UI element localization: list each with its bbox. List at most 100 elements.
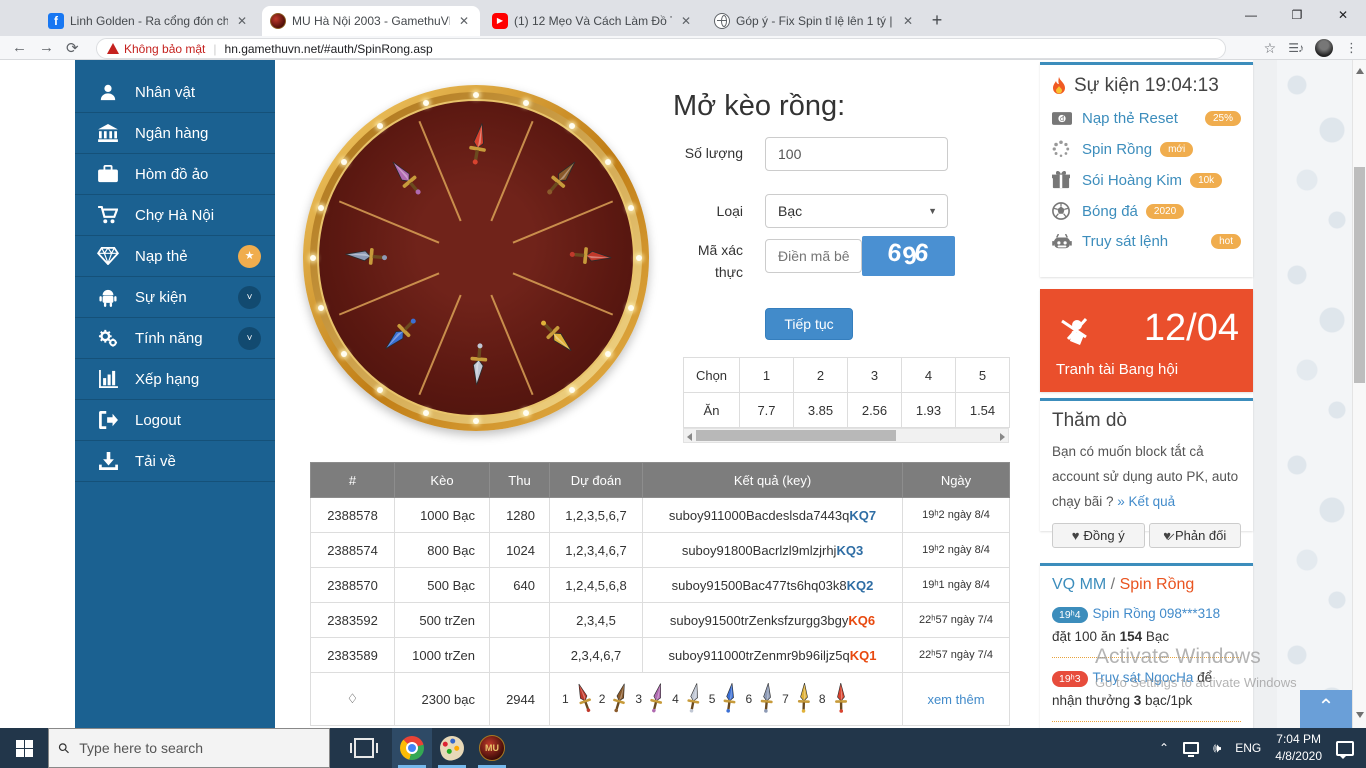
forward-button[interactable]: → (39, 39, 54, 56)
cell-id: 2388578 (311, 498, 395, 533)
sidebar-item-tính-năng[interactable]: Tính năng˅ (75, 318, 275, 359)
page-scrollbar[interactable] (1352, 60, 1366, 728)
odds-horizontal-scrollbar[interactable] (683, 428, 1009, 443)
weapon-item-icon[interactable] (683, 683, 705, 716)
sidebar-item-sự-kiện[interactable]: Sự kiện˅ (75, 277, 275, 318)
poll-result-link[interactable]: » Kết quả (1117, 494, 1175, 509)
reload-button[interactable]: ⟳ (66, 39, 79, 57)
sidebar-item-xếp-hạng[interactable]: Xếp hạng (75, 359, 275, 400)
new-tab-button[interactable]: + (924, 8, 950, 34)
sidebar-badge[interactable]: ˅ (238, 286, 261, 309)
event-link[interactable]: Bóng đá (1082, 203, 1138, 220)
quantity-input[interactable] (765, 137, 948, 171)
event-link[interactable]: Sói Hoàng Kim (1082, 172, 1182, 189)
scroll-left-arrow[interactable] (687, 433, 692, 441)
tab-close-icon[interactable]: ✕ (456, 14, 472, 28)
security-warning-text[interactable]: Không bảo mật (124, 42, 205, 56)
taskbar-clock[interactable]: 7:04 PM 4/8/2020 (1275, 731, 1322, 765)
see-more-link[interactable]: xem thêm (927, 692, 984, 707)
events-card: Sự kiện 19:04:13 đNạp thẻ Reset25%Spin R… (1040, 62, 1253, 277)
action-center-icon[interactable] (1336, 741, 1354, 756)
sidebar-item-chợ-hà-nội[interactable]: Chợ Hà Nội (75, 195, 275, 236)
feed-link[interactable]: Truy sát NgocHa (1093, 670, 1194, 685)
sidebar-item-tải-về[interactable]: Tải về (75, 441, 275, 482)
weapon-item-icon[interactable] (756, 683, 778, 716)
event-link[interactable]: Spin Rồng (1082, 141, 1152, 158)
kq-link[interactable]: KQ1 (850, 648, 877, 663)
address-bar[interactable]: Không bảo mật | hn.gamethuvn.net/#auth/S… (96, 38, 1226, 59)
weapon-item-icon[interactable] (573, 683, 595, 716)
kq-link[interactable]: KQ2 (847, 578, 874, 593)
browser-menu-icon[interactable]: ⋮ (1345, 40, 1358, 56)
scroll-to-top-button[interactable]: ⌃ (1300, 690, 1352, 728)
scroll-right-arrow[interactable] (1000, 433, 1005, 441)
spin-wheel[interactable] (303, 85, 649, 431)
tournament-banner[interactable]: 12/04 Tranh tài Bang hội (1040, 289, 1253, 392)
sidebar-item-label: Logout (135, 412, 181, 429)
poll-question: Bạn có muốn block tắt cả account sử dụng… (1052, 440, 1241, 515)
minimize-button[interactable]: — (1228, 0, 1274, 30)
sidebar-item-nhân-vật[interactable]: Nhân vật (75, 72, 275, 113)
odds-cell: 1 (740, 358, 794, 393)
feed-title-vqmm[interactable]: VQ MM (1052, 576, 1106, 593)
weapon-item-icon[interactable] (719, 683, 741, 716)
sidebar-badge[interactable]: ˅ (238, 327, 261, 350)
tab-title: Linh Golden - Ra cổng đón chút ả (70, 14, 228, 28)
captcha-input[interactable] (765, 239, 862, 273)
scrollbar-down-arrow[interactable] (1356, 712, 1364, 718)
bookmark-star-icon[interactable]: ☆ (1264, 40, 1277, 57)
tab-close-icon[interactable]: ✕ (678, 14, 694, 28)
poll-title: Thăm dò (1052, 410, 1241, 432)
tray-expand-icon[interactable]: ⌃ (1159, 741, 1169, 755)
tab-close-icon[interactable]: ✕ (234, 14, 250, 28)
weapon-item-icon[interactable] (830, 683, 852, 716)
browser-tab[interactable]: fLinh Golden - Ra cổng đón chút ả✕ (40, 6, 258, 36)
taskbar-paint-icon[interactable] (432, 728, 472, 768)
cell-key: suboy91800Bacrlzl9mlzjrhjKQ3 (643, 533, 903, 568)
taskbar-search[interactable]: ⚲ Type here to search (48, 728, 330, 768)
taskbar-mu-icon[interactable]: MU (472, 728, 512, 768)
continue-button[interactable]: Tiếp tục (765, 308, 853, 340)
browser-tab[interactable]: Góp ý - Fix Spin tỉ lệ lên 1 tý | Pag✕ (706, 6, 924, 36)
url-text[interactable]: hn.gamethuvn.net/#auth/SpinRong.asp (225, 42, 433, 56)
event-link[interactable]: Nạp thẻ Reset (1082, 110, 1178, 127)
disagree-button[interactable]: ♥̷Phản đối (1149, 523, 1242, 548)
weapon-item-icon[interactable] (609, 683, 631, 716)
event-link[interactable]: Truy sát lệnh (1082, 233, 1168, 250)
feed-title-spinrong[interactable]: Spin Rồng (1120, 576, 1195, 593)
close-button[interactable]: ✕ (1320, 0, 1366, 30)
tab-close-icon[interactable]: ✕ (900, 14, 916, 28)
sidebar-item-nạp-thẻ[interactable]: Nạp thẻ★ (75, 236, 275, 277)
maximize-button[interactable]: ❐ (1274, 0, 1320, 30)
scrollbar-up-arrow[interactable] (1356, 68, 1364, 74)
type-select[interactable]: Bạc ▼ (765, 194, 948, 228)
cell-keo: 500 Bạc (395, 568, 490, 603)
back-button[interactable]: ← (12, 39, 27, 56)
start-button[interactable] (0, 728, 48, 768)
page-viewport: Nhân vậtNgân hàngHòm đồ ảoChợ Hà NộiNạp … (0, 60, 1366, 728)
feed-link[interactable]: Spin Rồng 098***318 (1093, 606, 1221, 621)
browser-tab[interactable]: ▶(1) 12 Mẹo Và Cách Làm Đồ Thủ C✕ (484, 6, 702, 36)
event-badge: 25% (1205, 111, 1241, 126)
weapon-item-icon[interactable] (793, 683, 815, 716)
kq-link[interactable]: KQ3 (836, 543, 863, 558)
taskbar-chrome-icon[interactable] (392, 728, 432, 768)
volume-icon[interactable]: 🕪 (1213, 740, 1221, 756)
sidebar-item-ngân-hàng[interactable]: Ngân hàng (75, 113, 275, 154)
sidebar-item-logout[interactable]: Logout (75, 400, 275, 441)
task-view-button[interactable] (344, 728, 384, 768)
language-indicator[interactable]: ENG (1235, 741, 1261, 755)
kq-link[interactable]: KQ6 (848, 613, 875, 628)
scrollbar-thumb[interactable] (1354, 167, 1365, 383)
scroll-thumb[interactable] (696, 430, 896, 441)
profile-avatar[interactable] (1315, 39, 1333, 57)
weapon-item-icon[interactable] (646, 683, 668, 716)
kq-link[interactable]: KQ7 (849, 508, 876, 523)
captcha-image[interactable]: 696 (862, 236, 955, 276)
browser-tab[interactable]: MU Hà Nội 2003 - GamethuVN.ne✕ (262, 6, 480, 36)
extension-icon[interactable]: ☰♪ (1288, 41, 1303, 55)
agree-button[interactable]: ♥Đồng ý (1052, 523, 1145, 548)
page-title: Mở kèo rồng: (673, 90, 845, 123)
network-icon[interactable] (1183, 742, 1199, 754)
sidebar-item-hòm-đồ-ảo[interactable]: Hòm đồ ảo (75, 154, 275, 195)
